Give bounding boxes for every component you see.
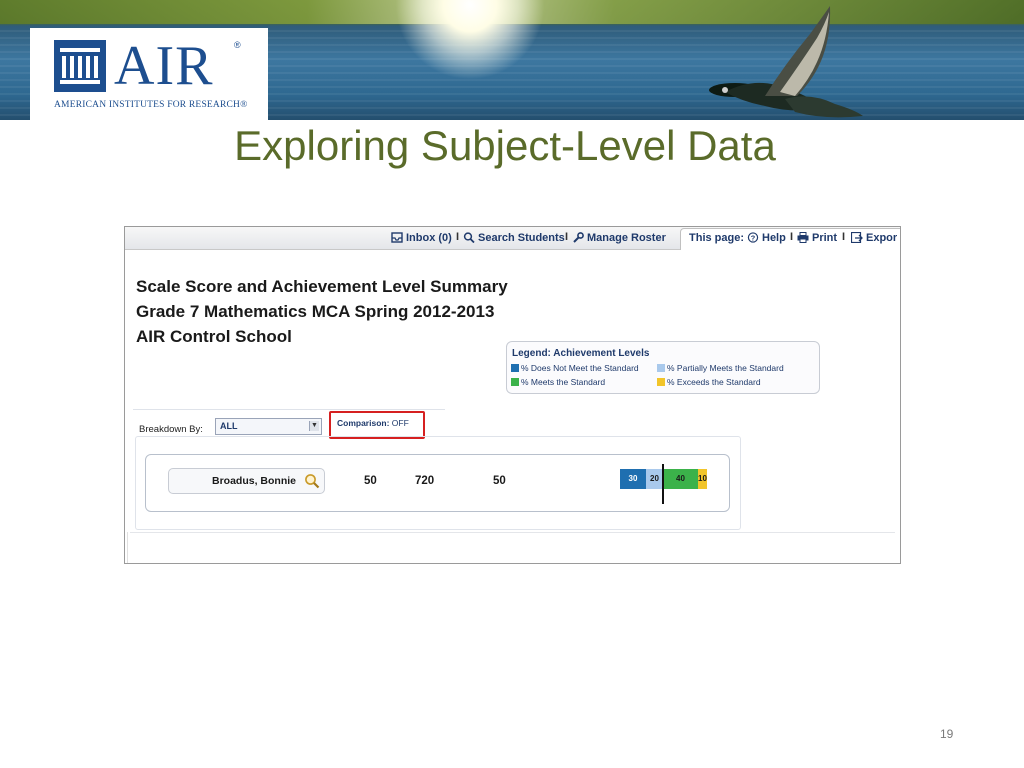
achievement-legend: Legend: Achievement Levels % Does Not Me… — [506, 341, 820, 394]
loon-bird-image — [709, 6, 863, 118]
legend-label: % Does Not Meet the Standard — [521, 363, 639, 373]
search-icon — [463, 232, 475, 243]
achievement-bar-segment: 10 — [698, 469, 707, 489]
legend-label: % Partially Meets the Standard — [667, 363, 784, 373]
magnifier-icon — [305, 474, 320, 489]
help-link[interactable]: ? Help — [747, 232, 786, 244]
proficiency-cut-line — [662, 464, 664, 504]
legend-swatch — [657, 378, 665, 386]
legend-label: % Meets the Standard — [521, 377, 606, 387]
this-page-label: This page: — [689, 232, 745, 244]
export-label: Expor — [866, 232, 898, 244]
legend-item: % Meets the Standard — [511, 377, 605, 387]
achievement-bar-segment: 40 — [663, 469, 698, 489]
inbox-icon — [391, 232, 403, 243]
legend-swatch — [657, 364, 665, 372]
student-value: 50 — [364, 475, 377, 487]
report-subtitle: Grade 7 Mathematics MCA Spring 2012-2013 — [136, 302, 495, 321]
legend-title: Legend: Achievement Levels — [512, 348, 650, 359]
report-title: Scale Score and Achievement Level Summar… — [136, 277, 508, 296]
manage-roster-link[interactable]: Manage Roster — [572, 232, 666, 244]
school-name: AIR Control School — [136, 327, 292, 346]
toolbar-separator: I — [790, 231, 794, 243]
inbox-link[interactable]: Inbox (0) — [391, 232, 452, 244]
print-label: Print — [812, 232, 838, 244]
app-screenshot: Inbox (0) I Search Students I Manage Ros… — [124, 226, 901, 564]
student-value: 50 — [493, 475, 506, 487]
legend-swatch — [511, 364, 519, 372]
building-icon — [54, 40, 106, 92]
dropdown-arrow-icon: ▼ — [309, 421, 319, 431]
student-name-button[interactable]: Broadus, Bonnie — [168, 468, 325, 494]
svg-text:?: ? — [751, 233, 756, 242]
export-link[interactable]: Expor — [851, 232, 897, 244]
page-number: 19 — [940, 727, 954, 741]
logo-registered-mark: ® — [234, 40, 241, 50]
app-toolbar: Inbox (0) I Search Students I Manage Ros… — [125, 227, 900, 250]
header-banner: AIR ® AMERICAN INSTITUTES FOR RESEARCH® — [0, 0, 1024, 120]
toolbar-separator: I — [565, 231, 569, 243]
comparison-toggle-text: Comparison: OFF — [337, 418, 409, 428]
inbox-label: Inbox (0) — [406, 232, 452, 244]
search-students-label: Search Students — [478, 232, 565, 244]
wrench-icon — [573, 232, 584, 243]
achievement-bar-segment: 20 — [646, 469, 663, 489]
comparison-value: OFF — [391, 418, 409, 428]
scale-score: 720 — [415, 475, 435, 487]
print-link[interactable]: Print — [797, 232, 837, 244]
legend-item: % Exceeds the Standard — [657, 377, 761, 387]
student-name: Broadus, Bonnie — [212, 475, 297, 487]
help-label: Help — [762, 232, 786, 244]
breakdown-select[interactable]: ALL ▼ — [215, 418, 322, 435]
toolbar-separator: I — [456, 231, 460, 243]
divider — [127, 532, 128, 563]
legend-item: % Does Not Meet the Standard — [511, 363, 639, 373]
breakdown-value: ALL — [220, 421, 238, 431]
logo-subtitle: AMERICAN INSTITUTES FOR RESEARCH® — [54, 100, 248, 110]
air-logo: AIR ® AMERICAN INSTITUTES FOR RESEARCH® — [30, 28, 268, 120]
achievement-bar-segment: 30 — [620, 469, 646, 489]
legend-label: % Exceeds the Standard — [667, 377, 761, 387]
legend-item: % Partially Meets the Standard — [657, 363, 784, 373]
toolbar-separator: I — [842, 231, 846, 243]
slide-title: Exploring Subject-Level Data — [234, 122, 776, 169]
legend-swatch — [511, 378, 519, 386]
search-students-link[interactable]: Search Students — [463, 232, 565, 244]
help-icon: ? — [747, 232, 759, 243]
breakdown-label: Breakdown By: — [139, 424, 203, 435]
manage-roster-label: Manage Roster — [587, 232, 666, 244]
print-icon — [797, 232, 809, 243]
logo-wordmark: AIR — [114, 35, 214, 97]
results-footer — [130, 532, 895, 563]
export-icon — [851, 232, 863, 243]
comparison-toggle[interactable]: Comparison: OFF — [329, 411, 425, 439]
comparison-label: Comparison: — [337, 418, 390, 428]
student-row: Broadus, Bonnie 50 720 50 30 20 40 10 — [145, 454, 730, 512]
